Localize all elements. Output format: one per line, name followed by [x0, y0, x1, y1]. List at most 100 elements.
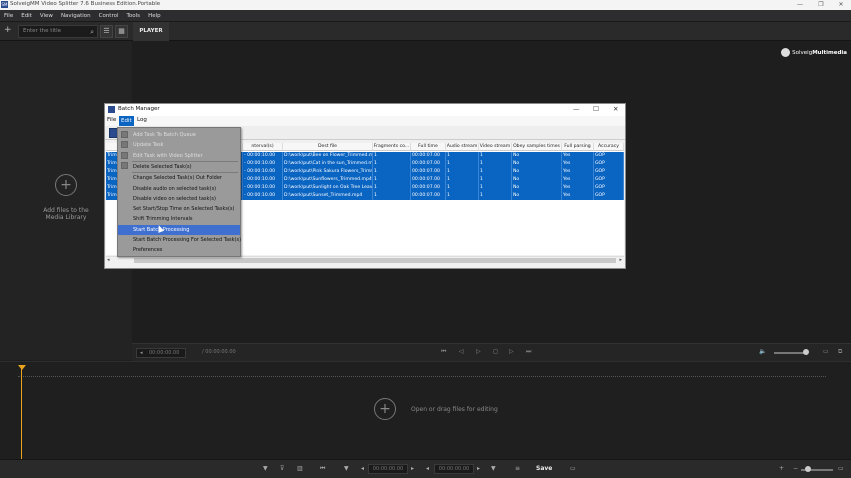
main-menubar: File Edit View Navigation Control Tools Help — [0, 10, 851, 22]
column-header[interactable]: Full parsing — [562, 143, 594, 151]
table-cell: D:\work\put\Bee on Flower_Trimmed.mp4 — [284, 152, 373, 160]
menu-help[interactable]: Help — [144, 10, 165, 22]
bm-menu-log[interactable]: Log — [137, 117, 147, 123]
markers-icon[interactable]: ▥ — [297, 465, 303, 472]
menu-item[interactable]: Disable video on selected task(s) — [118, 194, 240, 204]
stop-icon[interactable]: ◻ — [493, 348, 498, 355]
step-forward-icon[interactable]: ▷ — [509, 348, 514, 355]
bm-maximize-button[interactable]: ☐ — [593, 105, 599, 113]
menu-item-icon — [121, 161, 128, 169]
table-cell: D:\work\put\Sunset_Trimmed.mp4 — [283, 192, 373, 200]
table-cell: 00:00:07.00 — [411, 192, 446, 200]
search-input[interactable]: Enter the title ⌕ — [18, 25, 98, 38]
volume-icon[interactable]: 🔈 — [759, 348, 766, 355]
horizontal-scrollbar[interactable]: ◂ ▸ — [106, 256, 624, 263]
prev-b-icon[interactable]: ◂ — [426, 465, 429, 472]
table-cell: 1 — [373, 160, 411, 168]
table-cell: 1 — [446, 160, 479, 168]
menu-edit[interactable]: Edit — [17, 10, 36, 22]
table-cell: D:\work\put\Pink Sakura Flowers_Trimme — [284, 168, 373, 176]
prev-icon[interactable]: ◂ — [361, 465, 364, 472]
table-cell: Yes — [562, 192, 594, 200]
mark-in-icon[interactable]: ▼ — [344, 465, 349, 472]
menu-item[interactable]: Set Start/Stop Time on Selected Tasks(s) — [118, 204, 240, 214]
step-back-icon[interactable]: ◁ — [459, 348, 464, 355]
table-cell: 1 — [446, 192, 479, 200]
scroll-right-icon[interactable]: ▸ — [619, 257, 622, 263]
list-icon[interactable]: ≡ — [515, 465, 520, 472]
open-file-icon[interactable]: + — [374, 398, 396, 420]
timeline[interactable]: + Open or drag files for editing — [0, 361, 851, 459]
search-icon[interactable]: ⌕ — [90, 27, 94, 38]
column-header[interactable]: Full time — [411, 143, 446, 151]
column-header[interactable]: Dest file — [283, 143, 373, 151]
menu-item[interactable]: Change Selected Task(s) Out Folder — [118, 173, 240, 183]
mark-out-time-field[interactable]: 00:00:00.00 — [434, 464, 474, 474]
column-header[interactable]: nterval(s) — [243, 143, 283, 151]
filter-icon[interactable]: ▼ — [263, 465, 268, 472]
menu-navigation[interactable]: Navigation — [57, 10, 95, 22]
folder-icon[interactable]: ▭ — [823, 348, 829, 355]
minimize-button[interactable]: — — [790, 0, 810, 10]
next-b-icon[interactable]: ▸ — [477, 465, 480, 472]
mark-out-icon[interactable]: ▼ — [491, 465, 496, 472]
table-cell: 1 — [479, 160, 512, 168]
menu-item-icon — [121, 131, 128, 138]
table-cell: D:\work\put\Sunlight on Oak Tree Leave — [284, 184, 373, 192]
bm-minimize-button[interactable]: — — [573, 105, 580, 113]
volume-knob[interactable] — [803, 349, 809, 355]
next-icon[interactable]: ▸ — [411, 465, 414, 472]
menu-item[interactable]: Disable audio on selected task(s) — [118, 184, 240, 194]
list-view-icon[interactable]: ☰ — [100, 25, 113, 38]
menu-item[interactable]: Shift Trimming Intervals — [118, 214, 240, 224]
column-header[interactable]: Video stream — [479, 143, 512, 151]
add-files-icon[interactable]: + — [55, 174, 77, 196]
close-button[interactable]: ✕ — [831, 0, 851, 10]
table-cell: 1 — [479, 176, 512, 184]
window-titlebar: SM SolveigMM Video Splitter 7.6 Business… — [0, 0, 851, 10]
menu-file[interactable]: File — [0, 10, 17, 22]
bm-menu-file[interactable]: File — [107, 117, 116, 123]
prev-keyframe-icon[interactable]: ⏮ — [441, 348, 446, 356]
scroll-thumb[interactable] — [134, 258, 616, 263]
menu-control[interactable]: Control — [95, 10, 123, 22]
scroll-left-icon[interactable]: ◂ — [107, 257, 110, 263]
go-start-icon[interactable]: ⏮ — [320, 465, 325, 473]
save-button[interactable]: Save — [536, 465, 552, 472]
table-cell: GOP — [594, 184, 624, 192]
playhead[interactable] — [21, 367, 22, 459]
table-cell: Yes — [562, 184, 594, 192]
menu-view[interactable]: View — [36, 10, 57, 22]
table-cell: - 00:00:10.00 — [243, 168, 283, 176]
column-header[interactable]: Fragments co... — [373, 143, 411, 151]
menu-item[interactable]: Delete Selected Task(s) — [118, 162, 240, 172]
next-keyframe-icon[interactable]: ⏭ — [526, 348, 531, 356]
zoom-knob[interactable] — [805, 466, 811, 472]
fullscreen-icon[interactable]: ⧉ — [838, 348, 842, 356]
column-header[interactable]: Audio stream — [446, 143, 479, 151]
current-time-field[interactable]: ◂ 00:00:00.00 — [136, 348, 186, 358]
mark-in-time-field[interactable]: 00:00:00.00 — [368, 464, 408, 474]
menu-item[interactable]: Start Batch Processing — [118, 224, 240, 235]
fit-icon[interactable]: ▭ — [838, 465, 844, 472]
play-icon[interactable]: ▷ — [476, 348, 481, 355]
bm-close-button[interactable]: ✕ — [613, 105, 618, 113]
column-header[interactable]: Obey samples times — [512, 143, 562, 151]
filter-clear-icon[interactable]: ⊽ — [280, 465, 284, 472]
menu-item[interactable]: Start Batch Processing For Selected Task… — [118, 235, 241, 245]
timeline-ruler[interactable] — [18, 371, 826, 377]
table-cell: - 00:00:10.00 — [243, 176, 283, 184]
column-header[interactable]: Accuracy — [594, 143, 624, 151]
maximize-button[interactable]: ❐ — [811, 0, 831, 10]
bm-menu-edit[interactable]: Edit — [119, 116, 134, 126]
playhead-marker-icon[interactable] — [18, 365, 26, 370]
menu-item[interactable]: Preferences — [118, 245, 240, 255]
zoom-out-icon[interactable]: − — [793, 465, 798, 472]
batch-manager-icon — [108, 106, 115, 113]
add-media-button[interactable]: + — [4, 25, 12, 35]
output-folder-icon[interactable]: ▭ — [570, 465, 576, 472]
grid-view-icon[interactable]: ▦ — [115, 25, 128, 38]
tab-player[interactable]: PLAYER — [133, 22, 169, 41]
zoom-in-icon[interactable]: + — [779, 465, 784, 472]
menu-tools[interactable]: Tools — [123, 10, 145, 22]
